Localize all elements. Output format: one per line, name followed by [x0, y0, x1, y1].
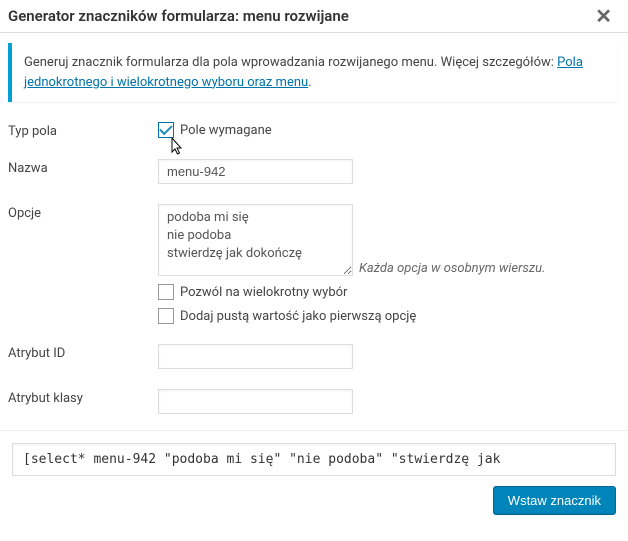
name-input[interactable] [158, 159, 353, 184]
horizontal-scrollbar[interactable] [0, 525, 628, 541]
options-textarea[interactable] [158, 204, 353, 276]
insert-tag-button[interactable]: Wstaw znacznik [493, 486, 616, 515]
label-class-attr: Atrybut klasy [8, 383, 158, 428]
dialog-title: Generator znaczników formularza: menu ro… [8, 7, 349, 25]
blank-first-checkbox[interactable] [158, 308, 174, 324]
options-hint: Każda opcja w osobnym wierszu. [359, 261, 545, 276]
required-label: Pole wymagane [180, 123, 272, 138]
label-options: Opcje [8, 198, 158, 338]
tag-generator-dialog: Generator znaczników formularza: menu ro… [0, 0, 628, 541]
allow-multiple-checkbox[interactable] [158, 284, 174, 300]
titlebar: Generator znaczników formularza: menu ro… [0, 0, 628, 33]
shortcode-output[interactable] [12, 443, 616, 476]
class-attr-input[interactable] [158, 389, 353, 414]
form-table: Typ pola Pole wymagane Nazwa Opcje [8, 116, 616, 428]
allow-multiple-label: Pozwól na wielokrotny wybór [180, 285, 347, 300]
info-text-after: . [308, 75, 311, 90]
label-name: Nazwa [8, 153, 158, 198]
form-scroll-area[interactable]: Generuj znacznik formularza dla pola wpr… [0, 33, 628, 430]
close-icon[interactable]: ✕ [591, 6, 616, 26]
label-field-type: Typ pola [8, 116, 158, 153]
blank-first-label: Dodaj pustą wartość jako pierwszą opcję [180, 309, 416, 324]
info-notice: Generuj znacznik formularza dla pola wpr… [8, 43, 616, 102]
info-text-before: Generuj znacznik formularza dla pola wpr… [24, 55, 557, 70]
id-attr-input[interactable] [158, 344, 353, 369]
footer-section: Wstaw znacznik [0, 430, 628, 525]
label-id-attr: Atrybut ID [8, 338, 158, 383]
required-checkbox[interactable] [158, 122, 174, 138]
